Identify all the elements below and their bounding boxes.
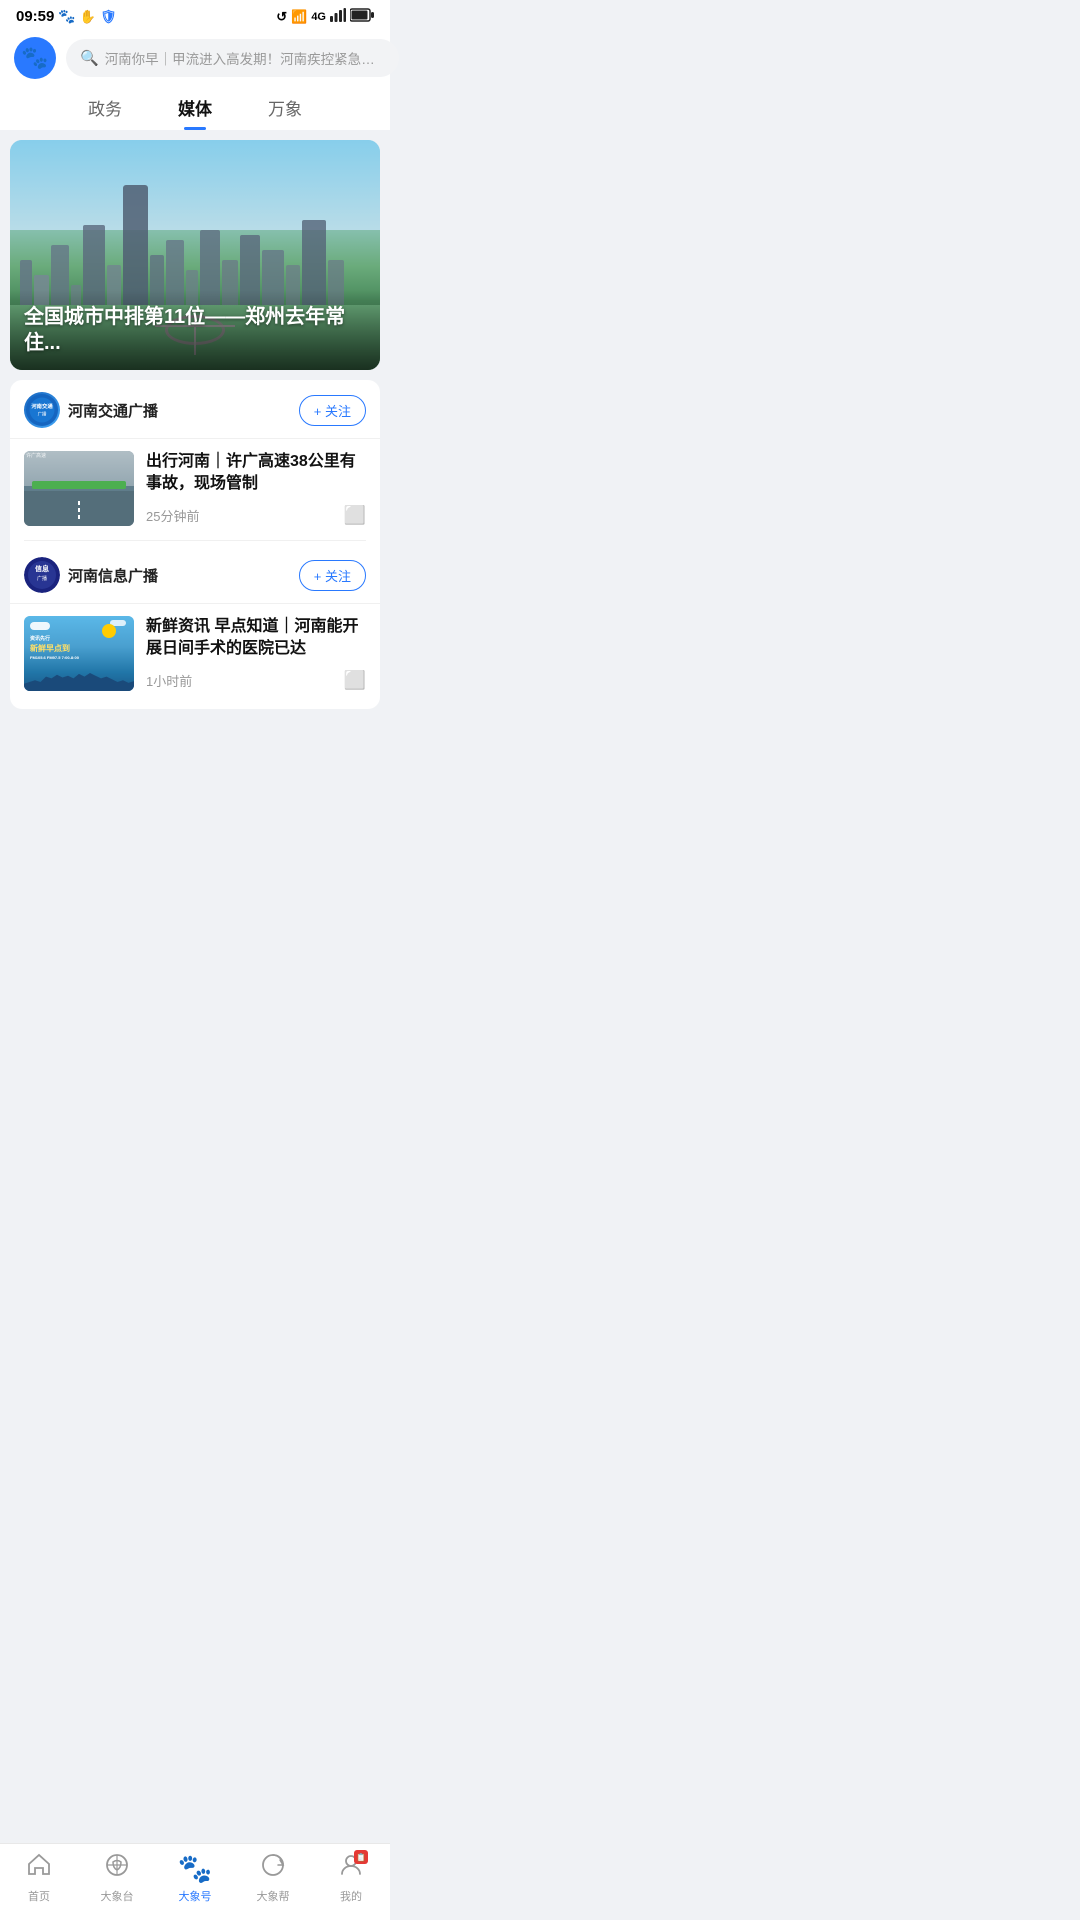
news-thumb-info: 资讯先行 新鲜早点到 FM105.6 FM97.5 7:00-8:00 [24, 616, 134, 691]
news-thumb-traffic: 许广高速 [24, 451, 134, 526]
channel-info-info: 信息 广播 河南信息广播 [24, 557, 158, 593]
news-title-traffic: 出行河南｜许广高速38公里有事故，现场管制 [146, 451, 366, 496]
home-icon [26, 1852, 52, 1885]
news-title-info: 新鲜资讯 早点知道｜河南能开展日间手术的医院已达 [146, 616, 366, 661]
channel-row-traffic: 河南交通 广播 河南交通广播 + 关注 [10, 380, 380, 438]
nav-home[interactable]: 首页 [9, 1852, 69, 1904]
tab-wanxiang[interactable]: 万象 [240, 89, 330, 130]
paw-icon: 🐾 [58, 8, 75, 25]
nav-mine[interactable]: 📋 我的 [321, 1852, 381, 1904]
news-right-info: 新鲜资讯 早点知道｜河南能开展日间手术的医院已达 1小时前 ⬜ [146, 616, 366, 691]
hero-title: 全国城市中排第11位——郑州去年常住... [24, 304, 366, 356]
channel-name-traffic: 河南交通广播 [68, 400, 158, 421]
notification-badge: 📋 [354, 1850, 368, 1864]
news-item-traffic[interactable]: 许广高速 出行河南｜许广高速38公里有事故，现场管制 25分钟前 ⬜ [10, 438, 380, 540]
news-time-info: 1小时前 [146, 671, 192, 690]
logo-paw-icon: 🐾 [21, 45, 48, 71]
item-divider [24, 540, 366, 541]
tab-zhengwu[interactable]: 政务 [60, 89, 150, 130]
news-right-traffic: 出行河南｜许广高速38公里有事故，现场管制 25分钟前 ⬜ [146, 451, 366, 526]
search-placeholder-text: 河南你早｜甲流进入高发期！河南疾控紧急提醒；... [105, 48, 385, 68]
channel-avatar-info: 信息 广播 [24, 557, 60, 593]
header: 🐾 🔍 河南你早｜甲流进入高发期！河南疾控紧急提醒；... [0, 29, 390, 79]
follow-btn-traffic[interactable]: + 关注 [299, 395, 366, 426]
channel-info-traffic: 河南交通 广播 河南交通广播 [24, 392, 158, 428]
tab-bar: 政务 媒体 万象 [0, 79, 390, 130]
svg-text:河南交通: 河南交通 [31, 402, 53, 410]
follow-btn-info[interactable]: + 关注 [299, 560, 366, 591]
more-icon-info[interactable]: ⬜ [344, 670, 366, 691]
search-bar[interactable]: 🔍 河南你早｜甲流进入高发期！河南疾控紧急提醒；... [66, 39, 399, 77]
svg-text:信息: 信息 [35, 564, 49, 573]
status-time: 09:59 [16, 8, 54, 25]
hand-icon: ✋ [80, 9, 96, 25]
more-icon-traffic[interactable]: ⬜ [344, 505, 366, 526]
nav-daxianghao[interactable]: 🐾 大象号 [165, 1852, 225, 1904]
channel-row-info: 信息 广播 河南信息广播 + 关注 [10, 545, 380, 603]
news-time-traffic: 25分钟前 [146, 506, 199, 525]
channel-name-info: 河南信息广播 [68, 565, 158, 586]
search-icon: 🔍 [80, 49, 99, 67]
nav-help[interactable]: 大象帮 [243, 1852, 303, 1904]
content-card: 河南交通 广播 河南交通广播 + 关注 许广高速 [10, 380, 380, 709]
app-logo[interactable]: 🐾 [14, 37, 56, 79]
nav-help-label: 大象帮 [257, 1888, 290, 1904]
nav-mine-label: 我的 [340, 1888, 362, 1904]
person-icon: 📋 [338, 1852, 364, 1885]
channel-avatar-traffic: 河南交通 广播 [24, 392, 60, 428]
hero-banner[interactable]: 全国城市中排第11位——郑州去年常住... [10, 140, 380, 370]
signal-icon [330, 8, 346, 25]
tab-meiti[interactable]: 媒体 [150, 89, 240, 130]
paw-active-icon: 🐾 [178, 1852, 213, 1885]
battery-icon [350, 8, 374, 25]
nav-daxianghao-label: 大象号 [179, 1888, 212, 1904]
shield-icon: 🛡 [100, 9, 117, 25]
status-icons: ↺ 📶 4G [276, 8, 374, 25]
rotate-icon: ↺ [276, 9, 287, 25]
svg-text:广播: 广播 [38, 410, 47, 417]
news-meta-info: 1小时前 ⬜ [146, 670, 366, 691]
help-icon [260, 1852, 286, 1885]
svg-text:广播: 广播 [37, 575, 47, 582]
news-meta-traffic: 25分钟前 ⬜ [146, 505, 366, 526]
nav-home-label: 首页 [28, 1888, 50, 1904]
bottom-nav: 首页 大象台 🐾 大象号 大象帮 [0, 1843, 390, 1920]
wifi-icon: 📶 [291, 9, 307, 25]
nav-tv-label: 大象台 [101, 1888, 134, 1904]
nav-tv[interactable]: 大象台 [87, 1852, 147, 1904]
status-bar: 09:59 🐾 ✋ 🛡 ↺ 📶 4G [0, 0, 390, 29]
4g-label: 4G [311, 11, 326, 23]
news-item-info[interactable]: 资讯先行 新鲜早点到 FM105.6 FM97.5 7:00-8:00 新鲜资讯… [10, 603, 380, 705]
tv-icon [104, 1852, 130, 1885]
